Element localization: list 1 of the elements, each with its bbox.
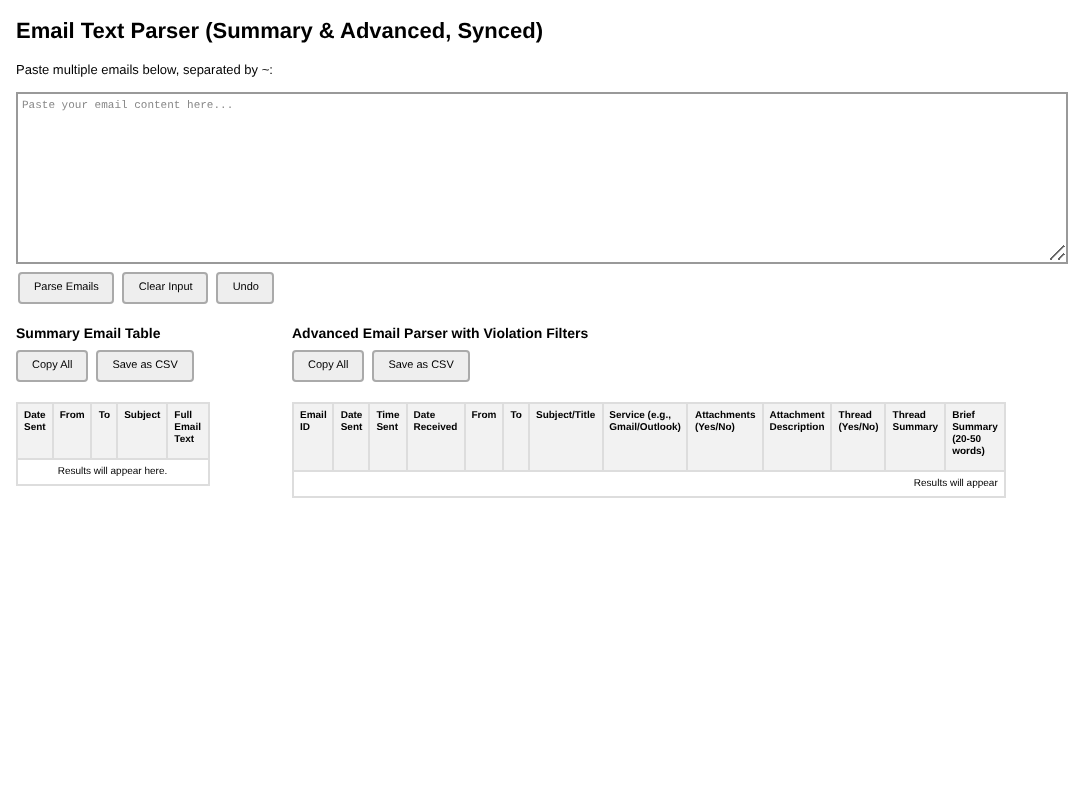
page-title: Email Text Parser (Summary & Advanced, Synced) bbox=[16, 20, 545, 44]
